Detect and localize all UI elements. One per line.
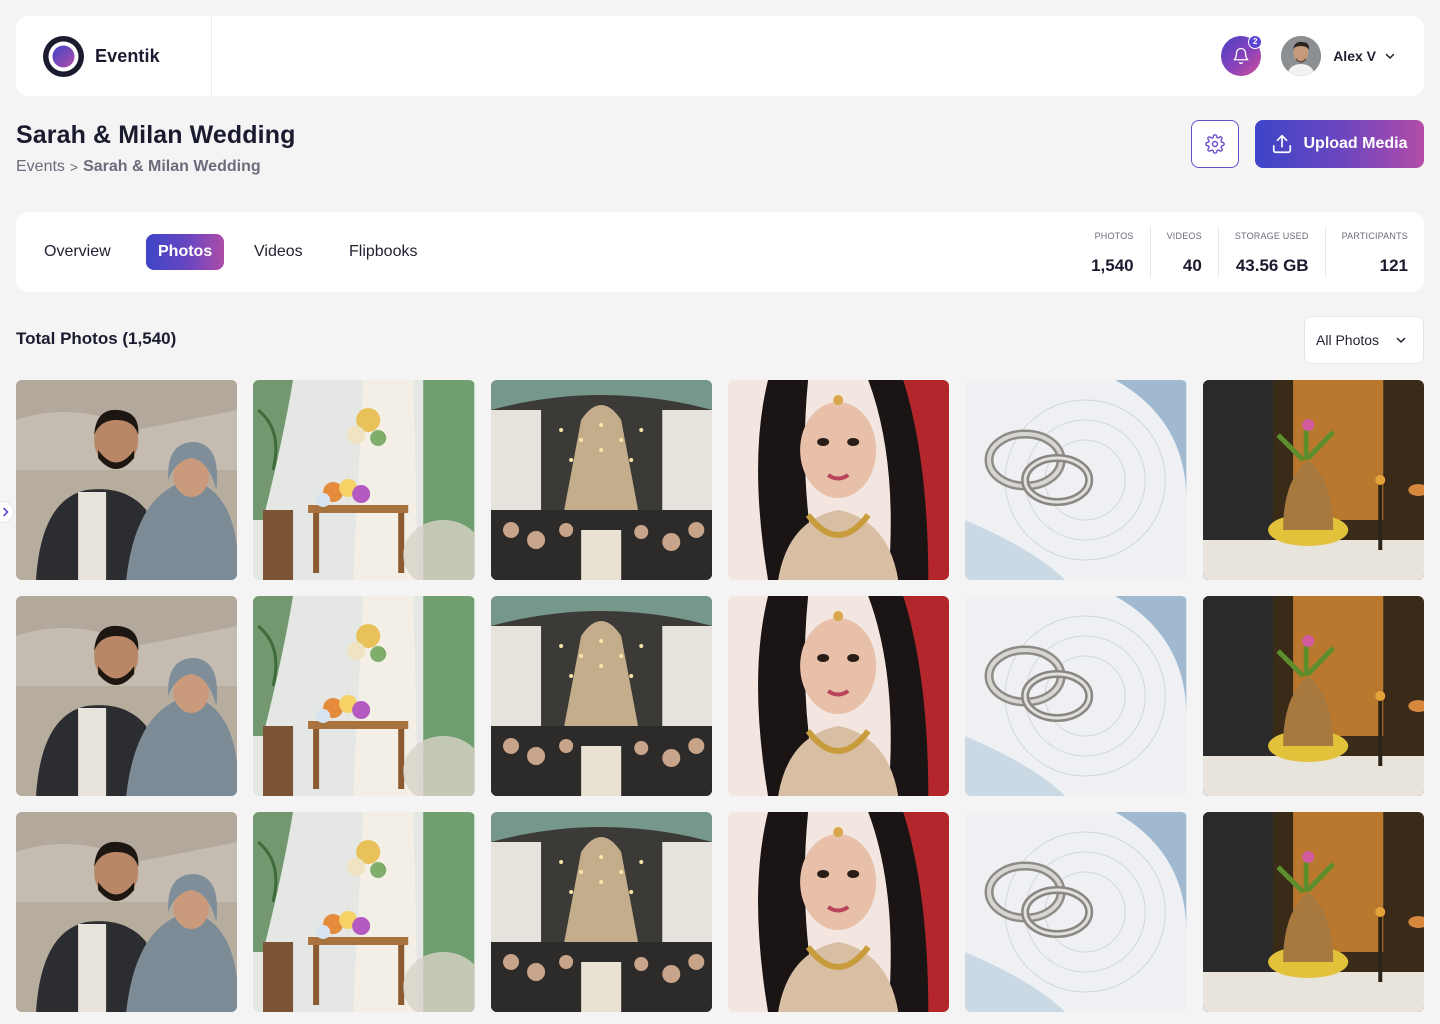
photo-grid — [16, 380, 1424, 1012]
photo-thumbnail[interactable] — [253, 812, 475, 1012]
chevron-down-icon — [1384, 50, 1396, 62]
photo-thumbnail[interactable] — [965, 596, 1187, 796]
photo-filter-value: All Photos — [1316, 332, 1380, 348]
stat-photos: PHOTOS 1,540 — [1075, 226, 1150, 278]
notification-count-badge: 2 — [1248, 35, 1263, 49]
top-bar: Eventik 2 Alex V — [16, 16, 1424, 96]
page-title: Sarah & Milan Wedding — [16, 121, 296, 149]
photo-thumbnail[interactable] — [16, 596, 238, 796]
stat-label: PARTICIPANTS — [1341, 231, 1408, 241]
stat-participants: PARTICIPANTS 121 — [1324, 226, 1424, 278]
photo-filter-select[interactable]: All Photos — [1304, 316, 1424, 364]
stat-label: PHOTOS — [1094, 231, 1134, 241]
photo-thumbnail[interactable] — [490, 596, 712, 796]
tab-flipbooks[interactable]: Flipbooks — [337, 234, 429, 270]
stat-value: 40 — [1182, 256, 1202, 275]
gear-icon — [1205, 134, 1225, 154]
notifications-button[interactable]: 2 — [1221, 35, 1263, 76]
brand[interactable]: Eventik — [16, 16, 212, 96]
stat-value: 43.56 GB — [1235, 256, 1309, 275]
top-right-controls: 2 Alex V — [1221, 35, 1424, 76]
photo-thumbnail[interactable] — [16, 380, 238, 580]
stat-label: VIDEOS — [1166, 231, 1202, 241]
photo-thumbnail[interactable] — [1202, 812, 1424, 1012]
photo-thumbnail[interactable] — [16, 812, 238, 1012]
breadcrumb: Events > Sarah & Milan Wedding — [16, 158, 261, 176]
user-menu[interactable]: Alex V — [1281, 36, 1396, 76]
bell-icon — [1233, 47, 1249, 65]
photo-thumbnail[interactable] — [253, 380, 475, 580]
breadcrumb-current: Sarah & Milan Wedding — [83, 158, 261, 175]
tab-videos[interactable]: Videos — [242, 234, 315, 270]
stat-videos: VIDEOS 40 — [1149, 226, 1218, 278]
photo-thumbnail[interactable] — [727, 812, 950, 1012]
upload-media-label: Upload Media — [1303, 135, 1408, 152]
tab-overview[interactable]: Overview — [32, 234, 123, 270]
user-name: Alex V — [1333, 48, 1376, 64]
stats-summary: PHOTOS 1,540 VIDEOS 40 STORAGE USED 43.5… — [1075, 212, 1424, 292]
brand-name: Eventik — [95, 45, 160, 66]
eventik-logo-icon — [43, 35, 84, 77]
tab-photos[interactable]: Photos — [146, 234, 225, 270]
photo-thumbnail[interactable] — [490, 380, 712, 580]
stat-value: 1,540 — [1091, 256, 1134, 275]
photo-thumbnail[interactable] — [1202, 380, 1424, 580]
settings-button[interactable] — [1191, 120, 1239, 168]
breadcrumb-separator: > — [69, 159, 79, 175]
photo-thumbnail[interactable] — [965, 812, 1187, 1012]
avatar — [1281, 36, 1322, 76]
stat-storage-used: STORAGE USED 43.56 GB — [1217, 226, 1325, 278]
photo-thumbnail[interactable] — [1202, 596, 1424, 796]
chevron-down-icon — [1396, 337, 1406, 343]
photo-thumbnail[interactable] — [727, 380, 950, 580]
sidebar-toggle-button[interactable] — [0, 501, 14, 523]
photo-thumbnail[interactable] — [965, 380, 1187, 580]
breadcrumb-parent-link[interactable]: Events — [16, 158, 65, 176]
chevron-right-icon — [3, 507, 9, 517]
photo-thumbnail[interactable] — [253, 596, 475, 796]
stat-value: 121 — [1379, 256, 1408, 275]
photo-thumbnail[interactable] — [727, 596, 950, 796]
gallery-title: Total Photos (1,540) — [16, 329, 177, 348]
upload-icon — [1273, 134, 1292, 154]
stat-label: STORAGE USED — [1234, 231, 1309, 241]
upload-media-button[interactable]: Upload Media — [1255, 120, 1424, 168]
photo-thumbnail[interactable] — [490, 812, 712, 1012]
tabs-card: Overview Photos Videos Flipbooks PHOTOS … — [16, 212, 1424, 292]
